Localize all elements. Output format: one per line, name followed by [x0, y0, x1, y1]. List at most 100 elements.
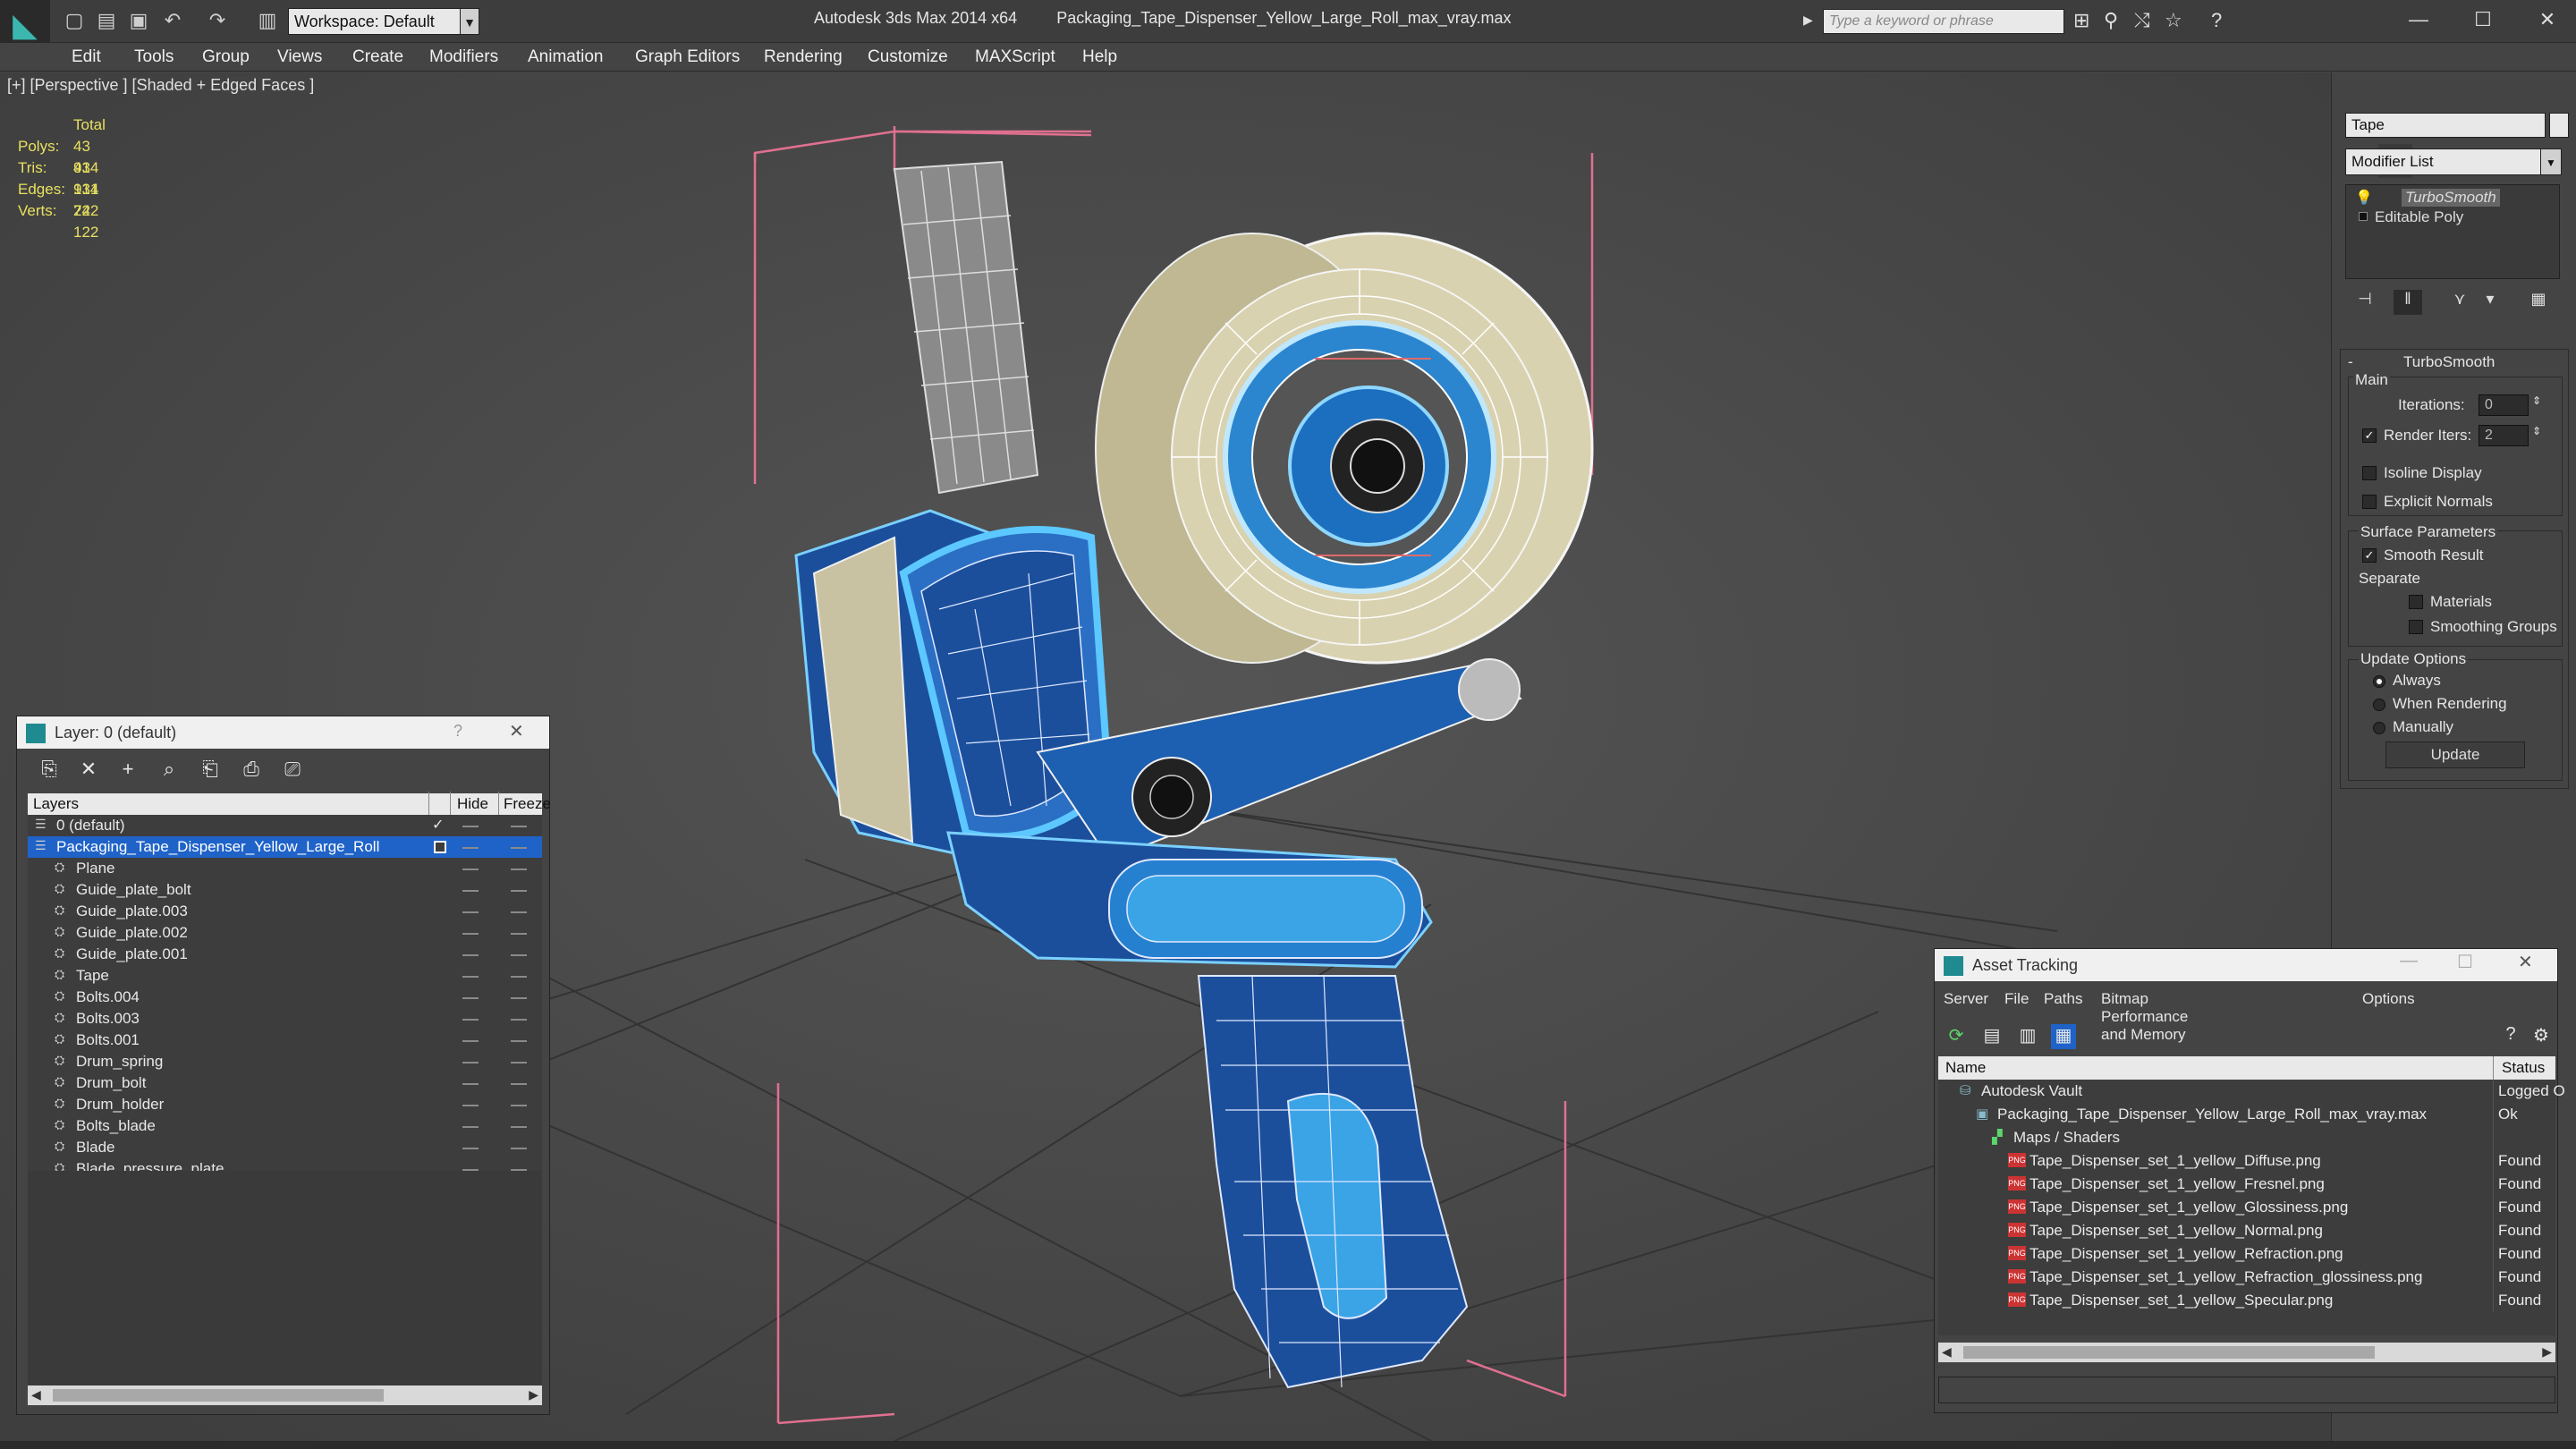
col-status[interactable]: Status [2502, 1059, 2545, 1077]
freeze-toggle[interactable] [511, 847, 527, 849]
set-current-box-icon[interactable] [434, 841, 446, 853]
asset-window-titlebar[interactable]: Asset Tracking — ☐ ✕ [1935, 949, 2557, 981]
spinner-arrows-icon[interactable]: ⇕ [2532, 425, 2541, 437]
hide-toggle[interactable] [462, 869, 479, 870]
object-row[interactable]: ⛭ Drum_holder [28, 1094, 542, 1115]
menu-create[interactable]: Create [352, 47, 403, 67]
isoline-display-checkbox[interactable] [2362, 466, 2377, 480]
hide-toggle[interactable] [462, 1019, 479, 1021]
object-row[interactable]: ⛭ Drum_bolt [28, 1072, 542, 1094]
menu-tools[interactable]: Tools [134, 47, 174, 67]
undo-icon[interactable]: ↶ [161, 9, 184, 32]
object-row[interactable]: ⛭ Guide_plate.001 [28, 944, 542, 965]
show-end-result-icon[interactable]: ‖ [2394, 290, 2422, 315]
chevron-down-icon[interactable]: ▼ [460, 8, 479, 35]
hide-toggle[interactable] [462, 1126, 479, 1128]
hide-toggle[interactable] [462, 826, 479, 827]
freeze-toggle[interactable] [511, 890, 527, 892]
asset-row[interactable]: PNG Tape_Dispenser_set_1_yellow_Normal.pn… [1938, 1219, 2555, 1242]
object-row[interactable]: ⛭ Guide_plate.003 [28, 901, 542, 922]
new-layer-icon[interactable]: ⎘ [37, 758, 62, 783]
object-name-field[interactable]: Tape [2345, 113, 2546, 138]
maximize-icon[interactable]: ☐ [2451, 0, 2515, 39]
menu-bitmap-performance[interactable]: Bitmap Performance and Memory [2101, 990, 2188, 1044]
asset-row[interactable]: ⛁ Autodesk Vault Logged O [1938, 1080, 2565, 1103]
smooth-result-checkbox[interactable]: ✓ [2362, 548, 2377, 563]
freeze-toggle[interactable] [511, 911, 527, 913]
current-layer-check-icon[interactable]: ✓ [432, 816, 444, 834]
hide-toggle[interactable] [462, 1083, 479, 1085]
object-row[interactable]: ⛭ Plane [28, 858, 542, 879]
menu-rendering[interactable]: Rendering [764, 47, 843, 67]
layer-row[interactable]: ☰ 0 (default) ✓ [28, 815, 542, 836]
always-radio[interactable] [2373, 675, 2385, 688]
star-icon[interactable]: ☆ [2165, 9, 2182, 32]
search-input[interactable]: Type a keyword or phrase [1823, 9, 2064, 34]
object-color-swatch[interactable] [2549, 113, 2569, 138]
freeze-toggle[interactable] [511, 1083, 527, 1085]
lightbulb-icon[interactable]: 💡 [2355, 189, 2373, 207]
menu-customize[interactable]: Customize [868, 47, 948, 67]
rollout-title[interactable]: TurboSmooth [2403, 353, 2495, 371]
hide-toggle[interactable] [462, 1148, 479, 1149]
stack-item-turbosmooth[interactable]: TurboSmooth [2402, 189, 2500, 207]
menu-animation[interactable]: Animation [528, 47, 604, 67]
freeze-toggle[interactable] [511, 869, 527, 870]
object-row[interactable]: ⛭ Guide_plate_bolt [28, 879, 542, 901]
layer-window-titlebar[interactable]: Layer: 0 (default) ? ✕ [17, 716, 549, 749]
asset-row[interactable]: PNG Tape_Dispenser_set_1_yellow_Refractio… [1938, 1242, 2555, 1266]
freeze-toggle[interactable] [511, 1126, 527, 1128]
close-icon[interactable]: ✕ [2515, 0, 2576, 39]
asset-path-field[interactable] [1938, 1377, 2555, 1403]
manually-radio[interactable] [2373, 722, 2385, 734]
expand-icon[interactable] [2359, 212, 2368, 221]
menu-views[interactable]: Views [277, 47, 322, 67]
hide-toggle[interactable] [462, 1040, 479, 1042]
new-file-icon[interactable]: ▢ [63, 9, 86, 32]
rollout-collapse-icon[interactable]: - [2348, 353, 2353, 371]
col-freeze[interactable]: Freeze [504, 795, 551, 813]
object-row[interactable]: ⛭ Bolts.003 [28, 1008, 542, 1030]
object-row[interactable]: ⛭ Guide_plate.002 [28, 922, 542, 944]
menu-graph-editors[interactable]: Graph Editors [635, 47, 740, 67]
col-layers[interactable]: Layers [33, 795, 79, 813]
hide-toggle[interactable] [462, 847, 479, 849]
freeze-toggle[interactable] [511, 976, 527, 978]
menu-paths[interactable]: Paths [2044, 990, 2082, 1008]
iterations-spinner[interactable]: 0 [2479, 394, 2529, 416]
save-icon[interactable]: ▣ [127, 9, 150, 32]
freeze-toggle[interactable] [511, 1062, 527, 1063]
freeze-toggle[interactable] [511, 1040, 527, 1042]
menu-server[interactable]: Server [1944, 990, 1988, 1008]
layer-row[interactable]: ☰ Packaging_Tape_Dispenser_Yellow_Large_R… [28, 836, 542, 858]
project-folder-icon[interactable]: ▥ [256, 9, 279, 32]
minimize-icon[interactable]: — [2400, 951, 2418, 971]
menu-modifiers[interactable]: Modifiers [429, 47, 498, 67]
asset-row[interactable]: ▞ Maps / Shaders [1938, 1126, 2555, 1149]
col-name[interactable]: Name [1945, 1059, 1986, 1077]
hide-all-icon[interactable]: ⎙ [239, 758, 264, 783]
help-icon[interactable]: ? [2498, 1024, 2523, 1049]
close-icon[interactable]: ✕ [2518, 951, 2533, 973]
hide-toggle[interactable] [462, 933, 479, 935]
search-expand-icon[interactable]: ▶ [1803, 13, 1813, 28]
freeze-toggle[interactable] [511, 1019, 527, 1021]
asset-horizontal-scrollbar[interactable]: ◀ ▶ [1938, 1343, 2555, 1362]
update-button[interactable]: Update [2385, 741, 2525, 768]
layer-horizontal-scrollbar[interactable]: ◀ ▶ [28, 1385, 542, 1405]
hide-toggle[interactable] [462, 890, 479, 892]
freeze-all-icon[interactable]: ⎚ [280, 758, 305, 783]
highlight-layer-icon[interactable]: ⎗ [198, 758, 223, 783]
binoculars-icon[interactable]: ⊞ [2073, 9, 2089, 32]
object-row[interactable]: ⛭ Tape [28, 965, 542, 987]
add-to-layer-icon[interactable]: + [115, 758, 140, 783]
spinner-arrows-icon[interactable]: ⇕ [2532, 394, 2541, 407]
refresh-icon[interactable]: ⟳ [1944, 1024, 1969, 1049]
object-row[interactable]: ⛭ Bolts_blade [28, 1115, 542, 1137]
object-row[interactable]: ⛭ Bolts.004 [28, 987, 542, 1008]
workspace-dropdown[interactable]: Workspace: Default [288, 8, 479, 35]
configure-sets-icon[interactable]: ▦ [2524, 290, 2553, 315]
help-icon[interactable]: ? [2211, 9, 2222, 32]
freeze-toggle[interactable] [511, 933, 527, 935]
asset-row[interactable]: ▣ Packaging_Tape_Dispenser_Yellow_Large_R… [1938, 1103, 2555, 1126]
